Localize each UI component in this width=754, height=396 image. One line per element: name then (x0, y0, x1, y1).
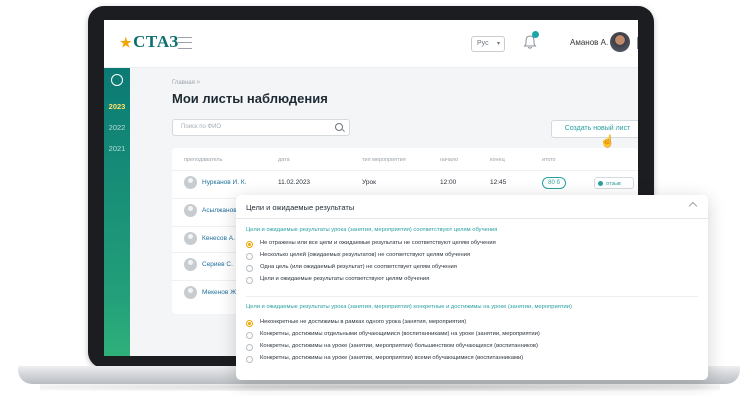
col-header-teacher[interactable]: преподаватель (184, 157, 223, 163)
language-value: Рус (477, 40, 489, 47)
option-label: Конкретны, достижимы на уроке (занятии, … (260, 355, 524, 361)
radio-button[interactable] (246, 253, 253, 260)
row-end: 12:45 (490, 179, 507, 186)
col-header-end[interactable]: конец (490, 157, 505, 163)
user-name[interactable]: Аманов А. (570, 38, 608, 47)
logout-icon[interactable] (636, 36, 638, 50)
teacher-name[interactable]: Мекенов Ж. (202, 289, 238, 296)
logo-text: СТАЗ (133, 32, 179, 51)
col-header-date[interactable]: дата (278, 157, 290, 163)
question-title: Цели и ожидаемые результаты урока (занят… (246, 304, 572, 310)
option-label: Конкретны, достижимы на уроке (занятии, … (260, 343, 538, 349)
radio-selected[interactable] (246, 320, 253, 327)
sidebar-year-2023[interactable]: 2023 (104, 102, 130, 111)
goals-results-popup: Цели и ожидаемые результаты Цели и ожида… (236, 195, 708, 380)
chevron-up-icon[interactable] (688, 201, 698, 211)
col-header-start[interactable]: начало (440, 157, 458, 163)
divider (246, 296, 698, 297)
hand-cursor-icon: ☝ (600, 134, 615, 148)
question-title: Цели и ожидаемые результаты урока (занят… (246, 227, 498, 233)
chevron-down-icon: ▾ (496, 41, 500, 47)
radio-selected[interactable] (246, 241, 253, 248)
avatar[interactable] (610, 32, 630, 52)
option-label: Цели и ожидаемые результаты соответствую… (260, 276, 430, 282)
popup-title: Цели и ожидаемые результаты (246, 203, 355, 212)
laptop-shadow (40, 383, 720, 391)
top-bar: ★СТАЗ Рус ▾ Аманов А. (104, 20, 638, 68)
sidebar-year-2021[interactable]: 2021 (104, 144, 130, 153)
radio-button[interactable] (246, 332, 253, 339)
radio-button[interactable] (246, 265, 253, 272)
page-title: Мои листы наблюдения (172, 91, 328, 106)
radio-button[interactable] (246, 277, 253, 284)
option-label: Неконкретные не достижимы в рамках одног… (260, 319, 467, 325)
teacher-name[interactable]: Асылжанов (202, 207, 237, 214)
clock-icon[interactable] (111, 74, 123, 86)
teacher-name[interactable]: Нурканов И. К. (202, 179, 246, 186)
sidebar: 2023 2022 2021 (104, 68, 130, 356)
popup-header[interactable]: Цели и ожидаемые результаты (236, 195, 708, 219)
app-logo[interactable]: ★СТАЗ (120, 32, 179, 52)
search-icon[interactable] (335, 123, 343, 131)
user-icon (184, 232, 197, 245)
create-new-sheet-button[interactable]: Создать новый лист (551, 120, 638, 138)
option-label: Конкретны, достижимы отдельными обучающи… (260, 331, 540, 337)
row-start: 12:00 (440, 179, 457, 186)
teacher-name[interactable]: Сериев С. (202, 261, 233, 268)
sidebar-year-2022[interactable]: 2022 (104, 123, 130, 132)
menu-icon[interactable] (178, 37, 192, 49)
review-label: отзыв (606, 181, 621, 187)
row-date: 11.02.2023 (278, 179, 311, 186)
col-header-type[interactable]: тип мероприятия (362, 157, 406, 163)
row-type: Урок (362, 179, 376, 186)
user-icon (184, 176, 197, 189)
radio-button[interactable] (246, 344, 253, 351)
user-icon (184, 258, 197, 271)
language-select[interactable]: Рус ▾ (471, 36, 505, 52)
radio-button[interactable] (246, 356, 253, 363)
review-button[interactable]: отзыв (594, 177, 634, 189)
search-input[interactable]: Поиск по ФИО (172, 119, 350, 136)
option-label: Не отражены или все цели и ожидаемые рез… (260, 240, 496, 246)
option-label: Одна цель (или ожидаемый результат) не с… (260, 264, 457, 270)
score-badge: 80 б (542, 177, 566, 189)
notification-badge (532, 31, 539, 38)
search-placeholder: Поиск по ФИО (181, 124, 222, 130)
option-label: Несколько целей (ожидаемых результатов) … (260, 252, 471, 258)
star-icon: ★ (120, 35, 133, 50)
breadcrumb[interactable]: Главная > (172, 80, 200, 86)
user-icon (184, 286, 197, 299)
col-header-total[interactable]: итого (542, 157, 556, 163)
user-icon (184, 204, 197, 217)
table-row[interactable]: Нурканов И. К. 11.02.2023 Урок 12:00 12:… (172, 170, 638, 194)
eye-icon (598, 181, 603, 186)
